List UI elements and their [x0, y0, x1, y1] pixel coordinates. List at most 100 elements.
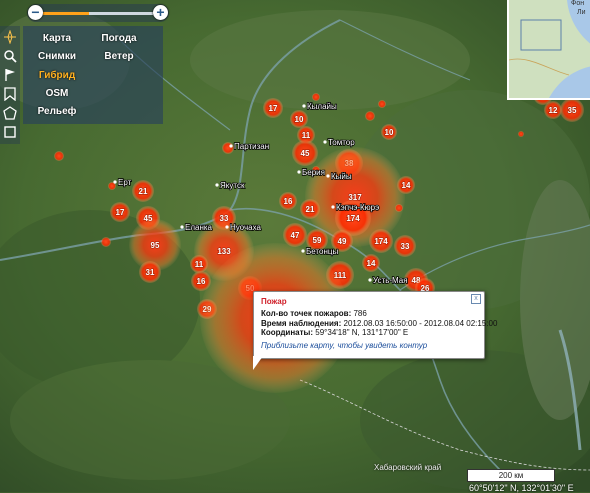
popup-time-value: 2012.08.03 16:50:00 - 2012.08.04 02:15:0… — [343, 319, 498, 328]
popup-count-value: 786 — [353, 309, 367, 318]
overview-map[interactable]: Фон Ли — [507, 0, 590, 100]
fire-cluster-count: 12 — [549, 106, 558, 115]
place-label: Кэпчэ-Кюрэ — [336, 203, 379, 212]
popup-zoom-hint[interactable]: Приблизьте карту, чтобы увидеть контур — [261, 341, 427, 350]
place-label: Нуочаха — [230, 223, 261, 232]
place-label: Ерт — [118, 178, 132, 187]
fire-cluster[interactable]: 14 — [397, 176, 415, 194]
bookmark-icon[interactable] — [3, 87, 17, 101]
layer-osm-button[interactable]: OSM — [29, 85, 85, 103]
popup-title: Пожар — [261, 297, 287, 306]
place-dot — [368, 278, 372, 282]
fire-cluster-count: 16 — [284, 197, 293, 206]
flag-icon[interactable] — [3, 68, 17, 82]
fire-cluster[interactable] — [54, 151, 64, 161]
fire-cluster-count: 59 — [313, 236, 322, 245]
fire-cluster-marker[interactable] — [365, 111, 375, 121]
fire-cluster-count: 16 — [197, 277, 206, 286]
fire-cluster-marker[interactable] — [101, 237, 111, 247]
layers-panel: Карта Погода Снимки Ветер Гибрид OSM Рел… — [23, 26, 163, 124]
fire-cluster[interactable]: 45 — [292, 140, 318, 166]
fire-cluster-marker[interactable] — [378, 100, 386, 108]
fire-cluster[interactable]: 12 — [544, 101, 562, 119]
fire-cluster[interactable]: 10 — [381, 124, 397, 140]
fire-cluster-marker[interactable] — [518, 131, 524, 137]
popup-coords-value: 59°34'18" N, 131°17'00" E — [315, 328, 409, 337]
place-dot — [302, 104, 306, 108]
place-dot — [229, 144, 233, 148]
place-label: Бетонцы — [306, 247, 338, 256]
fire-cluster[interactable] — [312, 93, 320, 101]
place-dot — [225, 225, 229, 229]
fire-cluster[interactable] — [378, 100, 386, 108]
overview-label-mid: Ли — [577, 9, 586, 16]
fire-cluster-count: 10 — [295, 115, 304, 124]
fire-cluster[interactable]: 17 — [110, 202, 130, 222]
fire-cluster-count: 45 — [301, 149, 310, 158]
place-dot — [297, 170, 301, 174]
fire-cluster[interactable] — [222, 142, 234, 154]
layer-wind-button[interactable]: Ветер — [89, 48, 149, 66]
layer-map-button[interactable]: Карта — [29, 30, 85, 48]
fire-cluster-count: 33 — [401, 242, 410, 251]
fire-cluster-marker[interactable] — [395, 204, 403, 212]
fire-cluster[interactable]: 14 — [362, 254, 380, 272]
search-icon[interactable] — [3, 49, 17, 63]
fire-cluster-count: 14 — [402, 181, 411, 190]
place-label: Томтор — [328, 138, 355, 147]
fire-cluster[interactable] — [395, 204, 403, 212]
popup-coords-row: Координаты: 59°34'18" N, 131°17'00" E — [261, 328, 408, 337]
popup-pointer — [253, 356, 263, 370]
fire-cluster-count: 47 — [291, 231, 300, 240]
fire-cluster[interactable]: 17 — [263, 98, 283, 118]
fire-cluster-marker[interactable] — [222, 142, 234, 154]
fire-cluster-marker[interactable] — [54, 151, 64, 161]
fire-cluster-count: 21 — [306, 205, 315, 214]
popup-close-button[interactable]: x — [471, 294, 481, 304]
fire-cluster[interactable]: 10 — [290, 110, 308, 128]
fire-cluster[interactable]: 47 — [283, 223, 307, 247]
fire-cluster[interactable]: 21 — [132, 180, 154, 202]
popup-coords-label: Координаты: — [261, 328, 314, 337]
place-dot — [180, 225, 184, 229]
fire-cluster-count: 10 — [385, 128, 394, 137]
fire-cluster[interactable]: 33 — [394, 235, 416, 257]
fire-cluster[interactable] — [518, 131, 524, 137]
place-label: Усть-Мая — [373, 276, 408, 285]
layer-relief-button[interactable]: Рельеф — [29, 103, 85, 121]
place-dot — [331, 205, 335, 209]
fire-cluster-marker[interactable] — [312, 93, 320, 101]
popup-count-label: Кол-во точек пожаров: — [261, 309, 352, 318]
region-label: Хабаровский край — [374, 463, 442, 472]
place-dot — [301, 249, 305, 253]
fire-cluster-count: 35 — [568, 106, 577, 115]
fire-cluster-count: 31 — [146, 268, 155, 277]
zoom-out-button[interactable]: − — [28, 5, 43, 20]
compass-icon[interactable] — [3, 30, 17, 44]
fire-cluster-count: 49 — [338, 237, 347, 246]
fire-cluster[interactable]: 31 — [139, 261, 161, 283]
fire-cluster-count: 133 — [217, 247, 231, 256]
fire-cluster[interactable]: 35 — [560, 98, 584, 122]
layer-weather-button[interactable]: Погода — [89, 30, 149, 48]
fire-cluster[interactable]: 21 — [300, 199, 320, 219]
zoom-in-button[interactable]: + — [153, 5, 168, 20]
rectangle-icon[interactable] — [3, 125, 17, 139]
popup-time-label: Время наблюдения: — [261, 319, 342, 328]
fire-cluster[interactable]: 174 — [369, 229, 393, 253]
zoom-slider[interactable]: − + — [27, 4, 169, 22]
popup-count-row: Кол-во точек пожаров: 786 — [261, 309, 367, 318]
zoom-level-fill — [43, 12, 89, 15]
fire-cluster[interactable]: 16 — [279, 192, 297, 210]
overview-label-top: Фон — [571, 0, 585, 7]
fire-cluster-count: 174 — [346, 214, 360, 223]
fire-cluster-count: 11 — [302, 131, 311, 140]
fire-cluster[interactable] — [101, 237, 111, 247]
fire-cluster-count: 17 — [269, 104, 278, 113]
layer-satellite-button[interactable]: Снимки — [29, 48, 85, 66]
polygon-icon[interactable] — [3, 106, 17, 120]
fire-cluster-count: 21 — [139, 187, 148, 196]
layer-hybrid-button[interactable]: Гибрид — [29, 67, 85, 85]
fire-cluster[interactable] — [365, 111, 375, 121]
fire-cluster[interactable]: 11 — [190, 255, 208, 273]
